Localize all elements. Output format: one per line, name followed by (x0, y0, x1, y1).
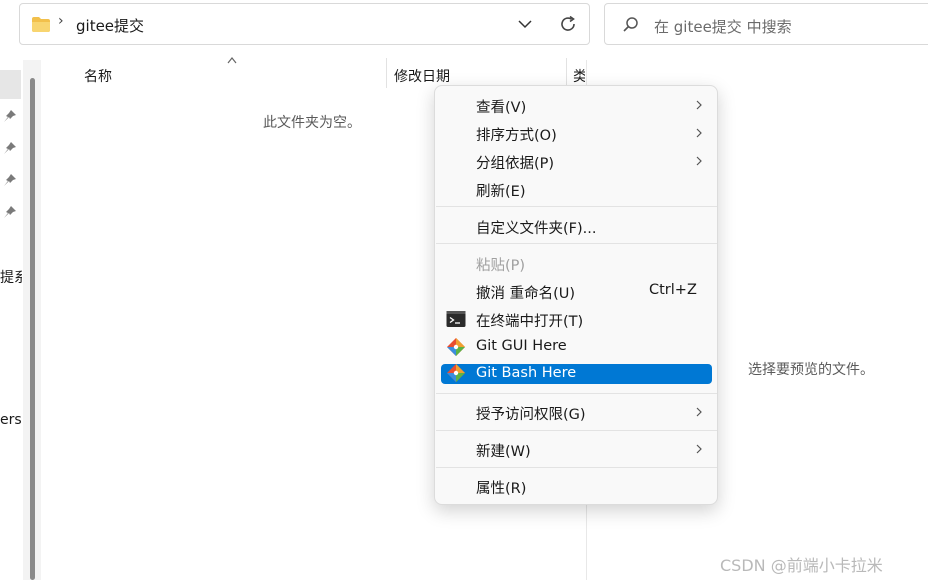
column-header-modified[interactable]: 修改日期 (394, 66, 450, 86)
folder-icon (32, 17, 50, 32)
pin-icon[interactable] (3, 205, 17, 219)
watermark: CSDN @前端小卡拉米 (720, 556, 883, 575)
menu-item-label: 自定义文件夹(F)... (476, 221, 597, 237)
menu-item-new[interactable]: 新建(W) (435, 435, 717, 463)
menu-item-label: 分组依据(P) (476, 156, 555, 172)
git-gui-icon (447, 338, 465, 356)
menu-separator (436, 243, 717, 244)
chevron-right-icon (696, 100, 702, 110)
menu-item-refresh[interactable]: 刷新(E) (435, 175, 717, 203)
menu-item-shortcut: Ctrl+Z (649, 282, 697, 298)
chevron-down-icon[interactable] (517, 16, 533, 32)
menu-separator (436, 467, 717, 468)
search-input[interactable]: 在 gitee提交 中搜索 (654, 16, 792, 37)
menu-item-sort[interactable]: 排序方式(O) (435, 119, 717, 147)
column-header-name[interactable]: 名称 (84, 66, 112, 86)
nav-scrollbar-thumb[interactable] (30, 78, 35, 580)
menu-item-label: 排序方式(O) (476, 128, 557, 144)
nav-selected-item[interactable] (0, 70, 21, 99)
nav-item-label[interactable]: ersc (0, 412, 22, 428)
pin-icon[interactable] (3, 141, 17, 155)
sort-ascending-icon (227, 57, 237, 64)
menu-item-label: 在终端中打开(T) (476, 314, 584, 330)
terminal-icon (446, 311, 466, 327)
refresh-icon[interactable] (558, 14, 578, 34)
menu-item-label: 刷新(E) (476, 184, 526, 200)
preview-pane-message: 选择要预览的文件。 (748, 362, 874, 378)
menu-separator (436, 430, 717, 431)
menu-item-group[interactable]: 分组依据(P) (435, 147, 717, 175)
menu-item-label: 查看(V) (476, 100, 527, 116)
menu-item-label: Git Bash Here (476, 365, 577, 381)
menu-item-paste: 粘贴(P) (435, 249, 717, 277)
menu-item-label: 属性(R) (476, 481, 527, 497)
chevron-right-icon (696, 407, 702, 417)
address-bar[interactable]: › gitee提交 (19, 3, 590, 45)
column-divider[interactable] (566, 58, 567, 88)
context-menu: 查看(V) 排序方式(O) 分组依据(P) 刷新(E) 自定义文件夹(F)...… (434, 85, 718, 505)
breadcrumb-current-folder[interactable]: gitee提交 (76, 15, 144, 36)
menu-separator (436, 206, 717, 207)
pin-icon[interactable] (3, 109, 17, 123)
menu-item-customize-folder[interactable]: 自定义文件夹(F)... (435, 212, 717, 240)
menu-item-view[interactable]: 查看(V) (435, 91, 717, 119)
search-icon (623, 17, 638, 32)
menu-separator (436, 393, 717, 394)
menu-item-git-gui[interactable]: Git GUI Here (435, 333, 717, 361)
menu-item-undo-rename[interactable]: 撤消 重命名(U) Ctrl+Z (435, 277, 717, 305)
menu-item-properties[interactable]: 属性(R) (435, 472, 717, 500)
menu-item-open-terminal[interactable]: 在终端中打开(T) (435, 305, 717, 333)
chevron-right-icon (696, 156, 702, 166)
menu-item-label: 粘贴(P) (476, 258, 526, 274)
breadcrumb-chevron-icon[interactable]: › (58, 13, 64, 29)
menu-item-git-bash[interactable]: Git Bash Here (435, 361, 717, 389)
menu-item-label: 撤消 重命名(U) (476, 286, 576, 302)
empty-folder-message: 此文件夹为空。 (263, 115, 361, 131)
git-bash-icon (447, 364, 465, 382)
menu-item-label: 新建(W) (476, 444, 531, 460)
chevron-right-icon (696, 128, 702, 138)
column-header-type[interactable]: 类 (573, 66, 585, 86)
menu-item-label: 授予访问权限(G) (476, 407, 586, 423)
chevron-right-icon (696, 444, 702, 454)
menu-item-grant-access[interactable]: 授予访问权限(G) (435, 398, 717, 426)
search-box[interactable]: 在 gitee提交 中搜索 (604, 3, 928, 45)
column-divider[interactable] (386, 58, 387, 88)
pin-icon[interactable] (3, 173, 17, 187)
nav-item-label[interactable]: 提系 (0, 267, 22, 287)
menu-item-label: Git GUI Here (476, 338, 567, 354)
